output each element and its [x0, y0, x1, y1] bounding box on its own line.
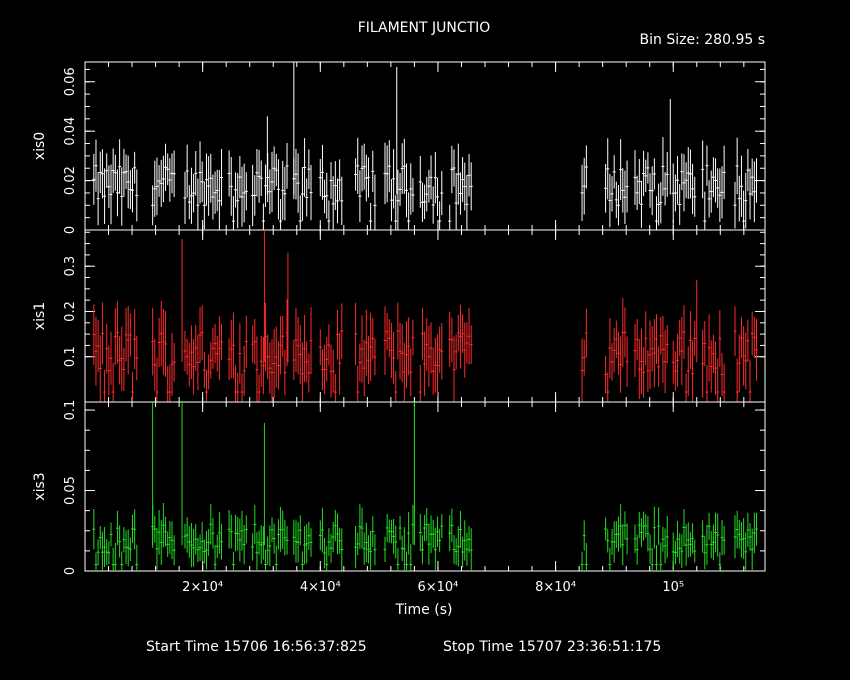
y-axis-label-xis0: xis0	[32, 132, 48, 160]
lightcurve-figure: FILAMENT JUNCTIO Bin Size: 280.95 s 0 0.0…	[0, 0, 850, 680]
y-tick-label: 0.1	[63, 346, 78, 367]
y-tick-label: 0.04	[63, 117, 78, 146]
x-tick-label: 8×10⁴	[535, 580, 576, 595]
y-tick-label: 0.02	[63, 166, 78, 195]
y-axis-label-xis3: xis3	[32, 472, 48, 500]
y-tick-label: 0.06	[63, 67, 78, 96]
y-tick-label: 0.1	[63, 400, 78, 421]
y-tick-label: 0.3	[63, 256, 78, 277]
bin-size-label: Bin Size: 280.95 s	[640, 32, 765, 48]
x-tick-label: 4×10⁴	[300, 580, 341, 595]
y-tick-label: 0.2	[63, 301, 78, 322]
y-tick-label: 0	[63, 226, 78, 234]
y-tick-label: 0	[63, 567, 78, 575]
y-tick-label: 0.05	[63, 476, 78, 505]
x-tick-label: 6×10⁴	[417, 580, 458, 595]
x-axis-label: Time (s)	[395, 602, 453, 618]
chart-title: FILAMENT JUNCTIO	[358, 20, 491, 36]
x-tick-label: 10⁵	[662, 580, 684, 595]
y-axis-label-xis1: xis1	[32, 302, 48, 330]
stop-time-label: Stop Time 15707 23:36:51:175	[443, 639, 661, 655]
start-time-label: Start Time 15706 16:56:37:825	[146, 639, 367, 655]
x-tick-label: 2×10⁴	[182, 580, 223, 595]
